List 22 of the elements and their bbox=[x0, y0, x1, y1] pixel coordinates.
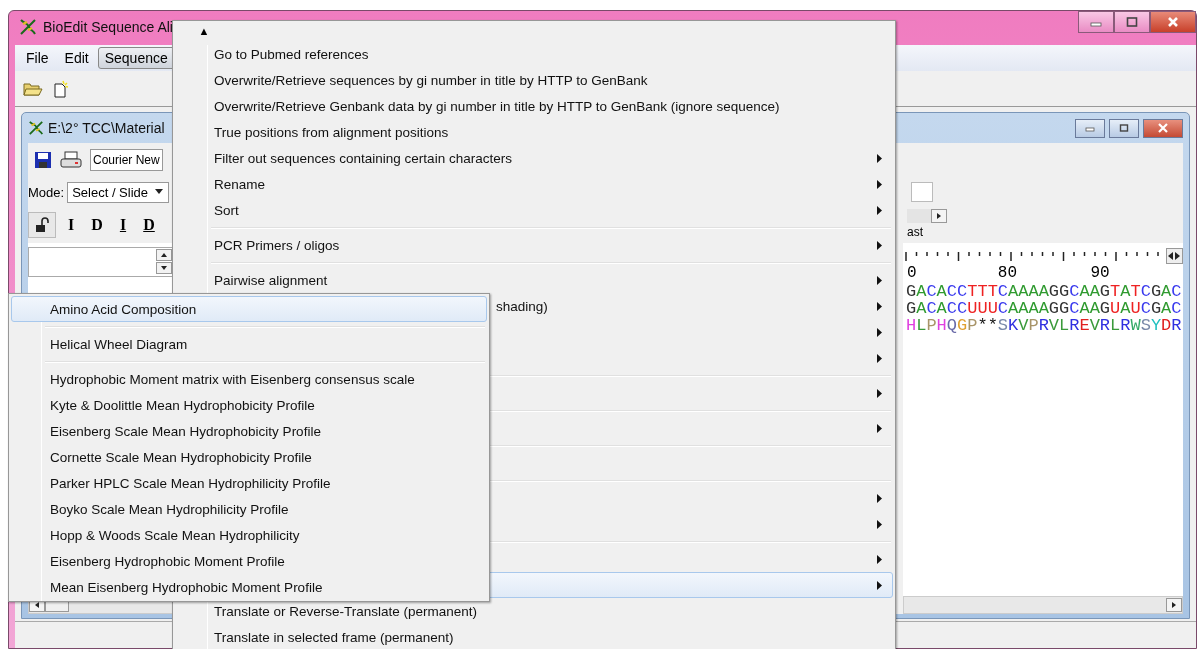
document-title: E:\2° TCC\Material bbox=[48, 120, 165, 136]
menu-item-label: Translate in selected frame (permanent) bbox=[214, 629, 454, 645]
menu-item-label: Filter out sequences containing certain characters bbox=[214, 150, 512, 166]
sequence-text: GACACCTTTCAAAAGGCAAGTATCGAC bbox=[905, 283, 1183, 300]
ruler-label: 80 bbox=[997, 263, 1018, 283]
window-title: BioEdit Sequence Ali bbox=[43, 19, 173, 35]
sequence-text: HLPHQGP**SKVPRVLREVRLRWSYDR bbox=[905, 317, 1183, 334]
menu-item-label: Translate or Reverse-Translate (permanent) bbox=[214, 603, 478, 619]
menu-item-label: Overwrite/Retrieve Genbank data by gi number in title by HTTP to GenBank (ignore sequence) bbox=[214, 98, 780, 114]
ruler-label: 90 bbox=[1090, 263, 1111, 283]
speed-label: ast bbox=[907, 225, 923, 239]
menu-item-label: True positions from alignment positions bbox=[214, 124, 449, 140]
menu-item-label: Pairwise alignment bbox=[214, 272, 328, 288]
menu-item-label: Overwrite/Retrieve sequences by gi number in title by HTTP to GenBank bbox=[214, 72, 648, 88]
menu-item-label: Rename bbox=[214, 176, 266, 192]
menu-item-label: Go to Pubmed references bbox=[214, 46, 369, 62]
sequence-text: GACACCUUUCAAAAGGCAAGUAUCGAC bbox=[905, 300, 1183, 317]
menu-item-label: PCR Primers / oligos bbox=[214, 237, 340, 253]
menu-item-label: shading) bbox=[496, 298, 548, 314]
menu-item-label: Sort bbox=[214, 202, 239, 218]
ruler-label: 0 bbox=[907, 263, 918, 283]
mode-label: Mode: bbox=[28, 184, 65, 200]
